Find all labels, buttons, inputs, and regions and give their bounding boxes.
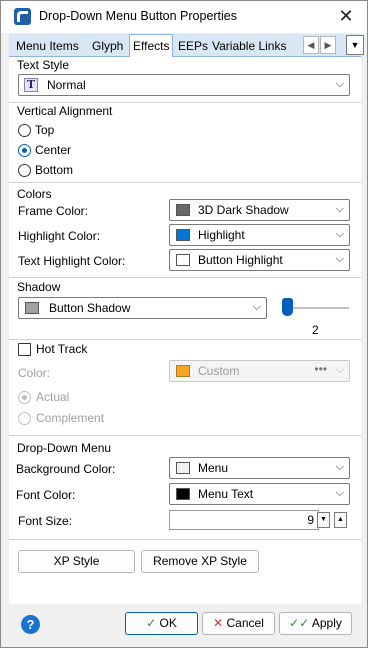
shadow-group-label: Shadow (17, 280, 61, 294)
cancel-x-icon: ✕ (213, 616, 224, 630)
background-color-value: Menu (198, 461, 229, 475)
radio-complement[interactable] (18, 412, 31, 425)
font-size-up-icon[interactable]: ▲ (334, 512, 347, 528)
text-highlight-color-value: Button Highlight (198, 253, 283, 267)
tab-menu-items[interactable]: Menu Items (13, 36, 82, 57)
frame-color-label: Frame Color: (18, 204, 89, 218)
app-icon (14, 8, 31, 25)
radio-complement-label: Complement (36, 411, 105, 425)
radio-actual[interactable] (18, 391, 31, 404)
radio-center[interactable] (18, 144, 31, 157)
remove-xp-style-button[interactable]: Remove XP Style (141, 550, 259, 573)
chevron-down-icon: ⌵ (335, 78, 344, 90)
ok-check-icon: ✓ (146, 616, 157, 630)
divider (9, 277, 361, 278)
font-size-value: 9 (307, 513, 314, 527)
highlight-color-select[interactable]: Highlight ⌵ (169, 224, 350, 246)
hot-track-color-label: Color: (18, 366, 51, 380)
font-size-label: Font Size: (18, 514, 73, 528)
frame-color-value: 3D Dark Shadow (198, 203, 289, 217)
dialog-footer: ? ✓ OK ✕ Cancel ✓✓ Apply (9, 605, 361, 641)
apply-check-icon: ✓✓ (289, 616, 310, 630)
color-swatch (176, 229, 190, 241)
tab-glyph[interactable]: Glyph (89, 36, 126, 57)
radio-bottom-label: Bottom (35, 163, 74, 177)
divider (9, 435, 361, 436)
hot-track-color-select[interactable]: Custom ••• ⌵ (169, 360, 350, 382)
chevron-down-icon: ⌵ (335, 364, 344, 376)
tab-list-dropdown-icon[interactable]: ▼ (346, 35, 364, 55)
close-button[interactable]: ✕ (333, 5, 359, 29)
radio-bottom[interactable] (18, 164, 31, 177)
vertical-alignment-group-label: Vertical Alignment (17, 104, 113, 118)
chevron-down-icon: ⌵ (335, 253, 344, 265)
chevron-down-icon: ⌵ (335, 203, 344, 215)
radio-top[interactable] (18, 124, 31, 137)
text-style-select[interactable]: T Normal ⌵ (18, 74, 350, 96)
more-options-icon[interactable]: ••• (314, 362, 327, 376)
highlight-color-label: Highlight Color: (18, 229, 101, 243)
tab-effects[interactable]: Effects (129, 34, 174, 58)
radio-actual-label: Actual (36, 390, 70, 404)
radio-top-label: Top (35, 123, 55, 137)
hot-track-checkbox[interactable] (18, 343, 31, 356)
dialog-window: Drop-Down Menu Button Properties ✕ Menu … (0, 0, 368, 648)
font-color-label: Font Color: (16, 488, 76, 502)
tab-bar: Menu Items Glyph Effects EEPs Variable L… (9, 34, 364, 58)
chevron-down-icon: ⌵ (335, 461, 344, 473)
color-swatch (25, 302, 39, 314)
tab-scroll-right-icon[interactable]: ▶ (320, 36, 336, 54)
color-swatch (176, 462, 190, 474)
divider (9, 182, 361, 183)
frame-color-select[interactable]: 3D Dark Shadow ⌵ (169, 199, 350, 221)
title-bar: Drop-Down Menu Button Properties ✕ (1, 1, 367, 33)
text-highlight-color-label: Text Highlight Color: (18, 254, 126, 268)
text-style-T-icon: T (24, 78, 38, 92)
font-size-input[interactable]: 9 (169, 510, 319, 530)
shadow-color-value: Button Shadow (49, 301, 131, 315)
hot-track-color-value: Custom (198, 364, 240, 378)
colors-group-label: Colors (17, 187, 52, 201)
font-color-value: Menu Text (198, 487, 254, 501)
background-color-select[interactable]: Menu ⌵ (169, 457, 350, 479)
font-size-down-icon[interactable]: ▼ (317, 512, 330, 528)
apply-button-label: Apply (311, 616, 342, 630)
hot-track-label: Hot Track (36, 342, 88, 356)
font-color-select[interactable]: Menu Text ⌵ (169, 483, 350, 505)
radio-center-label: Center (35, 143, 72, 157)
divider (9, 339, 361, 340)
tab-scroll-left-icon[interactable]: ◀ (303, 36, 319, 54)
ok-button[interactable]: ✓ OK (125, 612, 198, 635)
text-highlight-color-select[interactable]: Button Highlight ⌵ (169, 249, 350, 271)
apply-button[interactable]: ✓✓ Apply (279, 612, 352, 635)
tab-variable-links[interactable]: Variable Links (209, 36, 289, 57)
ok-button-label: OK (159, 616, 177, 630)
help-icon[interactable]: ? (21, 615, 40, 634)
shadow-slider-value: 2 (312, 323, 319, 337)
dropdown-menu-group-label: Drop-Down Menu (17, 441, 112, 455)
color-swatch (176, 254, 190, 266)
highlight-color-value: Highlight (198, 228, 245, 242)
divider (9, 539, 361, 540)
window-title: Drop-Down Menu Button Properties (39, 9, 238, 23)
tab-eeps[interactable]: EEPs (175, 36, 211, 57)
cancel-button-label: Cancel (226, 616, 264, 630)
background-color-label: Background Color: (16, 462, 116, 476)
effects-panel: Text Style T Normal ⌵ Vertical Alignment… (9, 57, 361, 604)
chevron-down-icon: ⌵ (335, 487, 344, 499)
color-swatch (176, 488, 190, 500)
shadow-slider-thumb[interactable] (282, 298, 293, 316)
color-swatch (176, 365, 190, 377)
chevron-down-icon: ⌵ (335, 228, 344, 240)
cancel-button[interactable]: ✕ Cancel (202, 612, 275, 635)
xp-style-button[interactable]: XP Style (18, 550, 135, 573)
text-style-value: Normal (47, 78, 86, 92)
text-style-group-label: Text Style (17, 58, 70, 72)
shadow-color-select[interactable]: Button Shadow ⌵ (18, 297, 267, 319)
color-swatch (176, 204, 190, 216)
divider (9, 102, 361, 103)
chevron-down-icon: ⌵ (252, 301, 261, 313)
